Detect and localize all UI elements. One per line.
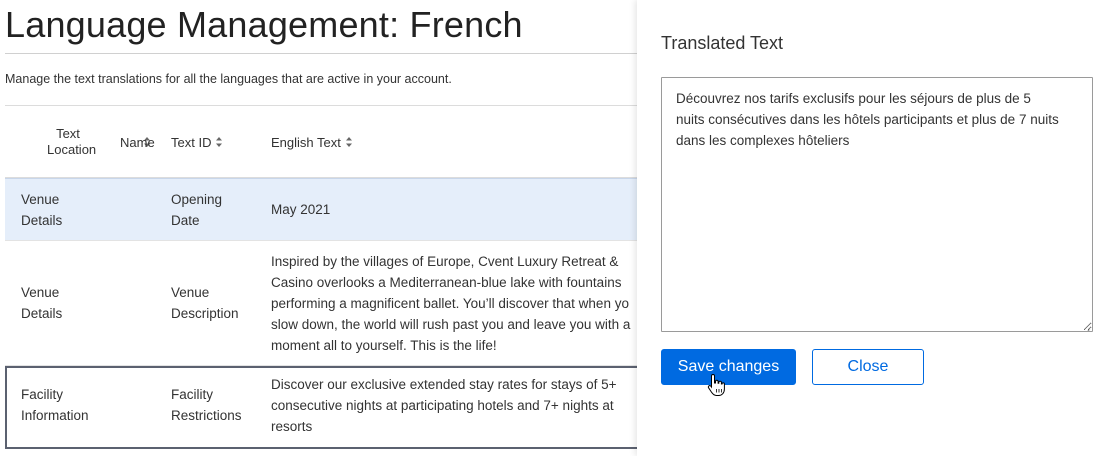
- text-location-cell: Venue Details: [21, 192, 63, 228]
- english-text-cell: May 2021: [271, 202, 331, 217]
- save-changes-button[interactable]: Save changes: [661, 349, 796, 385]
- text-id-cell: Venue Description: [171, 285, 239, 321]
- column-header-text-id[interactable]: Text ID: [171, 106, 223, 178]
- text-location-cell: Facility Information: [21, 387, 89, 423]
- text-location-cell: Venue Details: [21, 285, 63, 321]
- translated-text-input[interactable]: Découvrez nos tarifs exclusifs pour les …: [661, 77, 1093, 332]
- english-text-cell: Discover our exclusive extended stay rat…: [271, 377, 617, 434]
- column-header-name[interactable]: Name: [120, 106, 155, 178]
- sort-icon[interactable]: [215, 136, 223, 148]
- sort-icon[interactable]: [345, 136, 353, 148]
- column-header-text-location[interactable]: Text Location: [47, 106, 150, 178]
- panel-title: Translated Text: [661, 33, 784, 53]
- table-row[interactable]: Venue Details Venue Description Inspired…: [5, 241, 655, 366]
- translation-edit-panel: Translated Text Découvrez nos tarifs exc…: [637, 0, 1100, 456]
- text-id-cell: Opening Date: [171, 192, 223, 228]
- english-text-cell: Inspired by the villages of Europe, Cven…: [271, 254, 631, 353]
- close-button[interactable]: Close: [812, 349, 924, 385]
- language-management-page: Language Management: French Manage the t…: [0, 0, 660, 456]
- table-header: Text Location Name Text ID English Text: [5, 106, 655, 178]
- title-divider: [5, 53, 645, 54]
- table-row-selected[interactable]: Facility Information Facility Restrictio…: [5, 366, 655, 449]
- translations-table: Text Location Name Text ID English Text: [5, 105, 655, 449]
- resize-grip-icon[interactable]: [1082, 321, 1091, 331]
- page-description: Manage the text translations for all the…: [5, 72, 452, 86]
- column-header-english-text[interactable]: English Text: [271, 106, 353, 178]
- table-row[interactable]: Venue Details Opening Date May 2021: [5, 178, 655, 241]
- page-title: Language Management: French: [5, 4, 523, 45]
- text-id-cell: Facility Restrictions: [171, 387, 242, 423]
